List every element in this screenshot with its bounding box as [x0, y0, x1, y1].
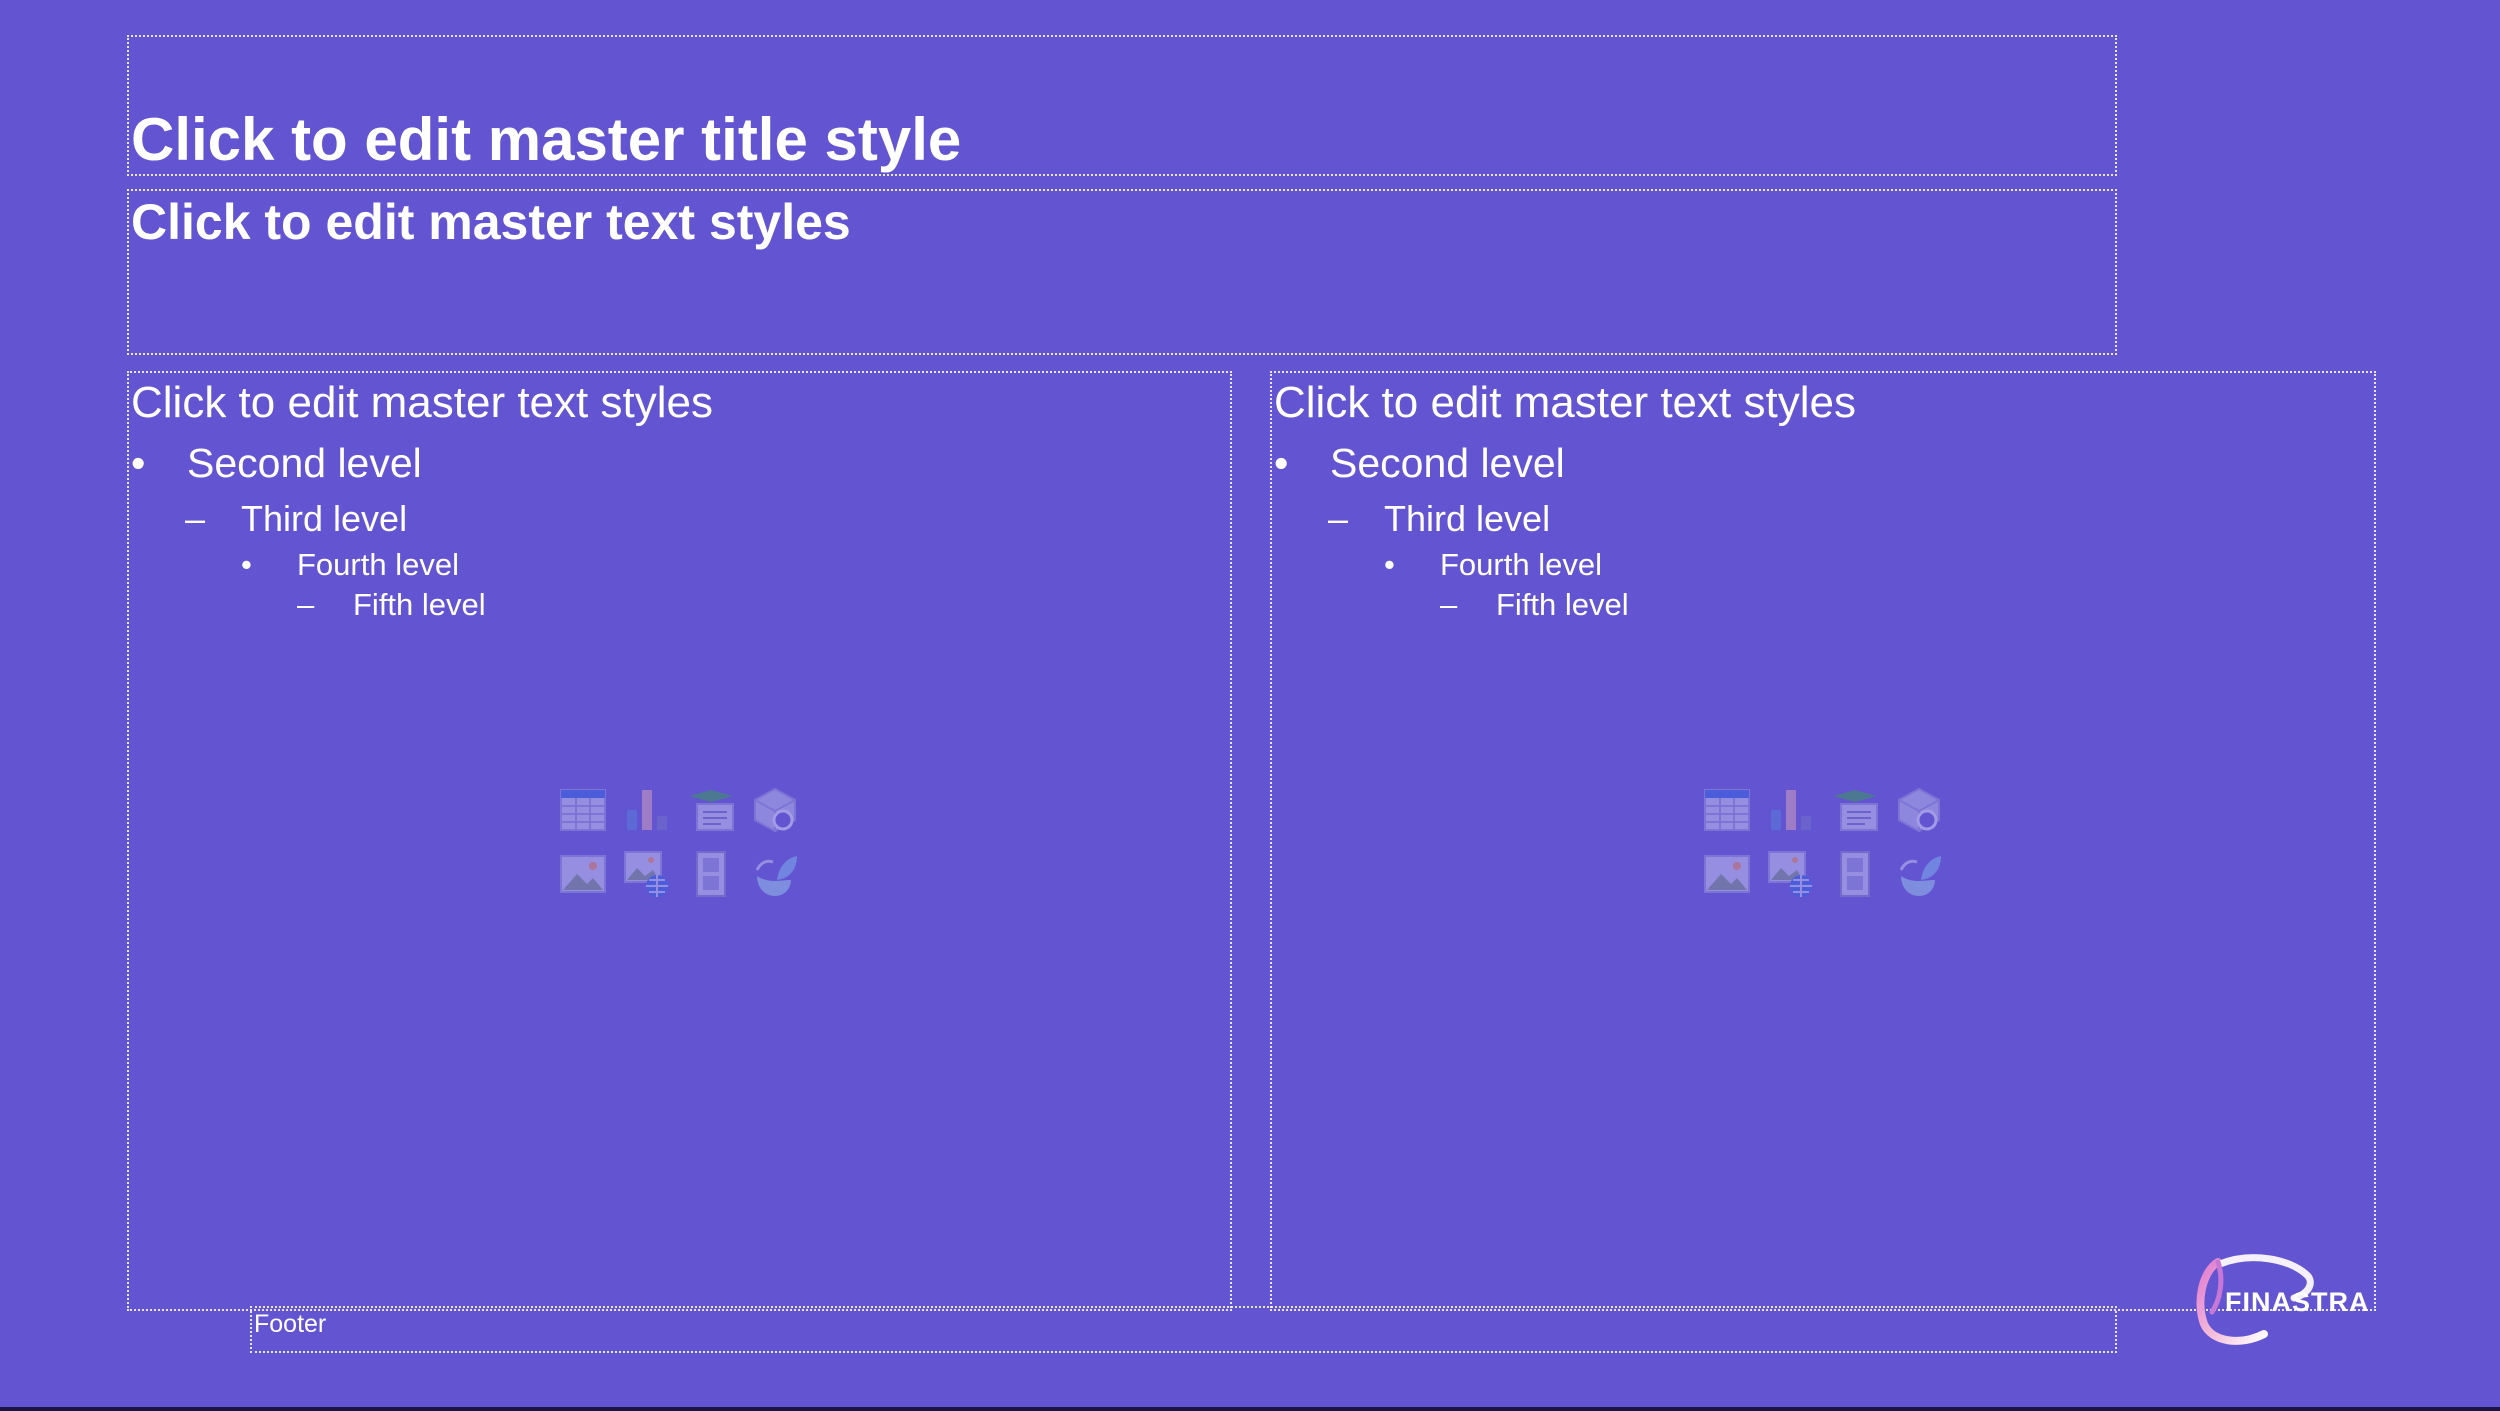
bullet: – [1328, 498, 1349, 539]
footer-text: Footer [254, 1310, 327, 1338]
video-icon[interactable] [1831, 850, 1879, 898]
text-level-5-label: Fifth level [1496, 587, 1629, 622]
bottom-edge [0, 1407, 2500, 1411]
bullet: • [241, 547, 252, 582]
icons-icon[interactable] [1895, 850, 1943, 898]
text-level-1: Click to edit master text styles [1274, 378, 1856, 427]
bullet: – [185, 498, 206, 539]
smartart-icon[interactable] [1831, 786, 1879, 834]
content-placeholder-right[interactable]: Click to edit master text styles • Secon… [1270, 371, 2376, 1311]
text-level-3-label: Third level [1384, 498, 1551, 539]
logo-wordmark: FINASTRA [2225, 1287, 2370, 1317]
subtitle-placeholder[interactable]: Click to edit master text styles [127, 189, 2117, 355]
text-level-2: • Second level [131, 443, 422, 484]
picture-icon[interactable] [559, 850, 607, 898]
text-level-4: • Fourth level [1384, 549, 1602, 580]
table-icon[interactable] [559, 786, 607, 834]
text-level-1: Click to edit master text styles [131, 378, 713, 427]
table-icon[interactable] [1703, 786, 1751, 834]
text-level-4: • Fourth level [241, 549, 459, 580]
video-icon[interactable] [687, 850, 735, 898]
text-level-3-label: Third level [241, 498, 408, 539]
online-picture-icon[interactable] [623, 850, 671, 898]
smartart-icon[interactable] [687, 786, 735, 834]
bullet: • [1384, 547, 1395, 582]
text-level-2-label: Second level [187, 440, 422, 486]
icons-icon[interactable] [751, 850, 799, 898]
title-placeholder[interactable]: Click to edit master title style [127, 35, 2117, 176]
3d-model-icon[interactable] [751, 786, 799, 834]
insert-content-icons [1703, 786, 1943, 898]
online-picture-icon[interactable] [1767, 850, 1815, 898]
text-level-2: • Second level [1274, 443, 1565, 484]
finastra-logo: FINASTRA [2190, 1250, 2380, 1345]
text-level-5-label: Fifth level [353, 587, 486, 622]
text-level-5: – Fifth level [297, 589, 486, 620]
bullet: • [1274, 440, 1289, 486]
picture-icon[interactable] [1703, 850, 1751, 898]
text-level-2-label: Second level [1330, 440, 1565, 486]
chart-icon[interactable] [623, 786, 671, 834]
text-level-4-label: Fourth level [297, 547, 459, 582]
chart-icon[interactable] [1767, 786, 1815, 834]
footer-placeholder[interactable]: Footer [250, 1306, 2117, 1353]
3d-model-icon[interactable] [1895, 786, 1943, 834]
bullet: – [1440, 587, 1458, 622]
bullet: • [131, 440, 146, 486]
insert-content-icons [559, 786, 799, 898]
text-level-4-label: Fourth level [1440, 547, 1602, 582]
text-level-3: – Third level [185, 501, 407, 537]
slide-title: Click to edit master title style [131, 106, 962, 173]
text-level-5: – Fifth level [1440, 589, 1629, 620]
bullet: – [297, 587, 315, 622]
text-level-3: – Third level [1328, 501, 1550, 537]
slide-subtitle: Click to edit master text styles [131, 194, 851, 250]
content-placeholder-left[interactable]: Click to edit master text styles • Secon… [127, 371, 1232, 1311]
